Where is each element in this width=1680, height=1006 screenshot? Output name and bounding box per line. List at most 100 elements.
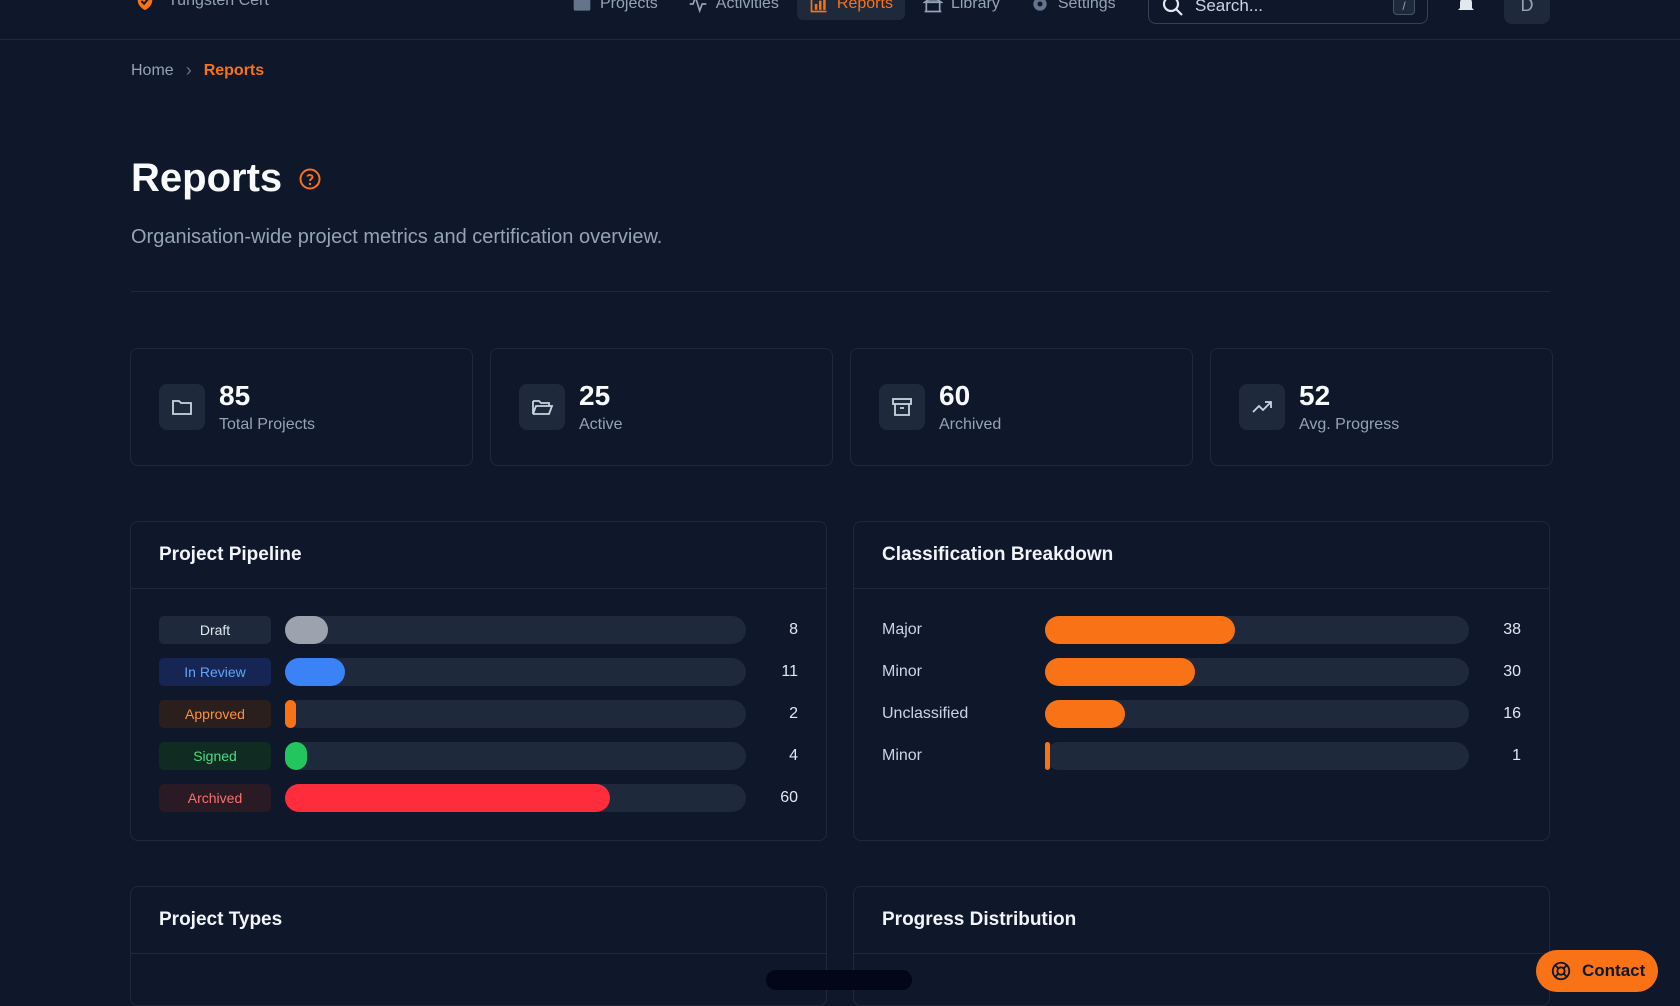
bar-fill (285, 742, 307, 770)
bar-fill (1045, 616, 1235, 644)
stat-label: Active (579, 416, 623, 433)
nav-item-library[interactable]: Library (911, 0, 1012, 20)
bar-fill (285, 700, 296, 728)
pipeline-row: Draft 8 (131, 616, 826, 644)
avatar[interactable]: D (1504, 0, 1550, 24)
progress-distribution-panel: Progress Distribution (853, 886, 1550, 1006)
stat-label: Archived (939, 416, 1002, 433)
help-icon[interactable] (298, 167, 322, 191)
search-box[interactable]: Search... / (1148, 0, 1428, 24)
folder-icon (172, 400, 192, 415)
bar-fill (1045, 742, 1050, 770)
stat-label: Avg. Progress (1299, 416, 1400, 433)
bar-track (285, 616, 746, 644)
bar-count: 16 (1503, 705, 1521, 722)
folder-icon (573, 0, 591, 11)
stat-value: 25 (579, 380, 611, 411)
stat-card-active: 25 Active (490, 348, 833, 466)
status-badge: Approved (159, 700, 271, 728)
brand[interactable]: Tungsten Cert (134, 0, 269, 12)
page-title: Reports (131, 156, 283, 200)
bar-track (1045, 616, 1469, 644)
status-badge: Draft (159, 616, 271, 644)
folder-open-icon (532, 400, 554, 415)
search-shortcut-key: / (1393, 0, 1415, 15)
bar-count: 1 (1512, 747, 1521, 764)
panel-title: Progress Distribution (854, 887, 1549, 954)
stat-card-avg-progress: 52 Avg. Progress (1210, 348, 1553, 466)
lifebuoy-icon (1551, 961, 1571, 981)
pipeline-row: Signed 4 (131, 742, 826, 770)
pipeline-row: Archived 60 (131, 784, 826, 812)
bar-count: 38 (1503, 621, 1521, 638)
bar-track (285, 784, 746, 812)
floating-toast (766, 970, 912, 990)
page-title-row: Reports (131, 156, 322, 201)
bar-chart-icon (810, 0, 827, 13)
chevron-right-icon: › (185, 60, 192, 80)
pipeline-row: Approved 2 (131, 700, 826, 728)
nav-label: Settings (1057, 0, 1116, 12)
panel-title: Classification Breakdown (854, 522, 1549, 589)
classification-label: Minor (882, 747, 923, 764)
nav-label: Projects (600, 0, 658, 12)
panel-title: Project Types (131, 887, 826, 954)
breadcrumb-current: Reports (203, 61, 265, 79)
stats-row: 85 Total Projects 25 Active 60 Archived … (130, 348, 1553, 466)
breadcrumb: Home › Reports (131, 60, 264, 81)
brand-name: Tungsten Cert (168, 0, 269, 9)
stat-value: 52 (1299, 380, 1331, 411)
bar-count: 8 (789, 621, 798, 638)
bar-fill (1045, 658, 1195, 686)
panel-title: Project Pipeline (131, 522, 826, 589)
library-icon (922, 0, 943, 13)
nav-label: Library (950, 0, 1000, 12)
gear-icon (1033, 0, 1047, 11)
activity-icon (689, 0, 707, 14)
nav-item-reports[interactable]: Reports (796, 0, 905, 20)
nav-item-projects[interactable]: Projects (560, 0, 670, 20)
classification-label: Unclassified (882, 705, 969, 722)
stat-text: 60 Archived (939, 380, 1001, 434)
project-types-panel: Project Types (130, 886, 827, 1006)
stat-icon-wrap (1239, 384, 1285, 430)
classification-row: Major 38 (854, 616, 1549, 644)
nav-item-activities[interactable]: Activities (676, 0, 791, 20)
bar-fill (285, 658, 345, 686)
bar-track (1045, 742, 1469, 770)
stat-value: 85 (219, 380, 251, 411)
archive-icon (892, 398, 912, 416)
classification-breakdown-panel: Classification Breakdown Major 38 Minor 30 U… (853, 521, 1550, 841)
main-nav: Projects Activities Reports Library Sett… (560, 0, 1128, 20)
bell-icon[interactable] (1454, 0, 1478, 16)
nav-item-settings[interactable]: Settings (1018, 0, 1128, 20)
bar-track (1045, 658, 1469, 686)
bar-fill (285, 784, 610, 812)
bar-count: 30 (1503, 663, 1521, 680)
classification-row: Minor 30 (854, 658, 1549, 686)
contact-button[interactable]: Contact (1536, 950, 1658, 992)
stat-icon-wrap (879, 384, 925, 430)
status-badge: Archived (159, 784, 271, 812)
pipeline-rows: Draft 8 In Review 11 Approved 2 Signed 4 Archive… (131, 589, 826, 812)
shield-check-icon (137, 0, 153, 11)
search-input[interactable]: Search... (1195, 0, 1263, 16)
bar-count: 60 (780, 789, 798, 806)
breadcrumb-home[interactable]: Home (131, 62, 174, 80)
bar-track (1045, 700, 1469, 728)
divider (131, 291, 1550, 292)
classification-label: Major (882, 621, 923, 638)
bar-track (285, 700, 746, 728)
search-icon (1162, 0, 1183, 16)
stat-text: 25 Active (579, 380, 623, 434)
bar-fill (285, 616, 328, 644)
top-navigation-bar: Tungsten Cert Projects Activities Report… (0, 0, 1680, 40)
bar-count: 11 (781, 663, 798, 680)
page-subtitle: Organisation-wide project metrics and ce… (131, 226, 663, 248)
status-badge: In Review (159, 658, 271, 686)
trending-up-icon (1252, 401, 1272, 413)
stat-text: 85 Total Projects (219, 380, 315, 434)
pipeline-row: In Review 11 (131, 658, 826, 686)
nav-label: Activities (715, 0, 779, 12)
bar-count: 2 (789, 705, 798, 722)
